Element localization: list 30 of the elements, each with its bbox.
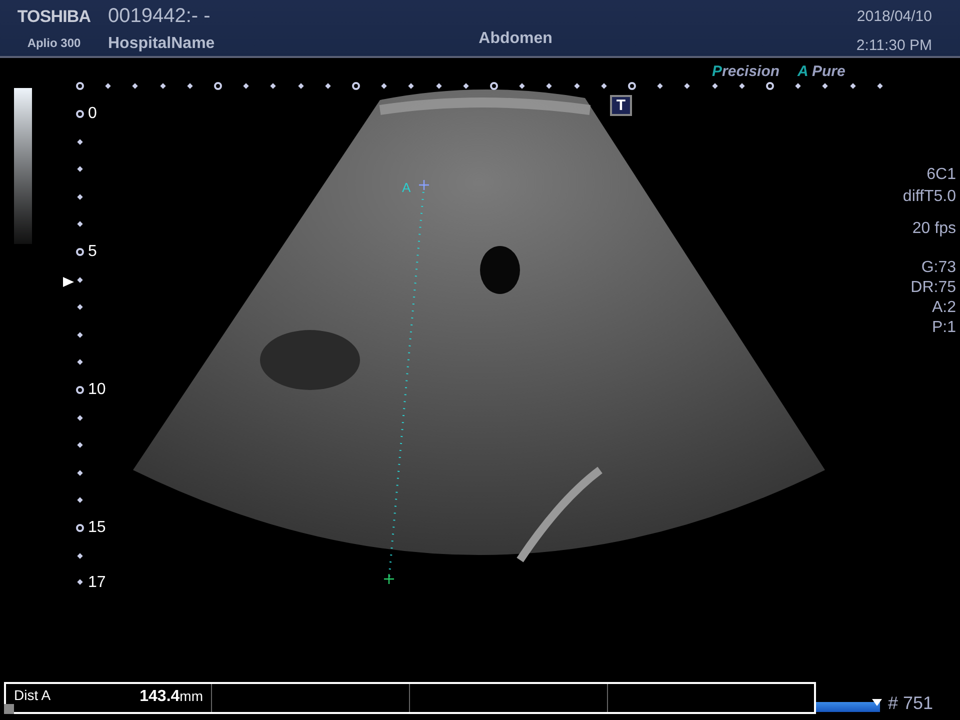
scan-parameter: diffT5.0 [902,187,956,207]
measurement-value: 143.4mm [140,687,203,707]
exam-preset: Abdomen [478,29,552,49]
scan-parameter: DR:75 [910,278,956,298]
depth-label: 0 [88,106,97,122]
depth-label: 17 [88,575,106,592]
dark-cyst-shape [480,246,520,294]
scan-parameter: 20 fps [912,219,956,239]
mode-label: A Pure [798,62,846,82]
frame-counter: # 751 [888,694,934,712]
depth-label: 15 [88,520,106,536]
t-button[interactable]: T [610,95,632,116]
exam-time: 2:11:30 PM [856,36,932,56]
model-name: Aplio 300 [27,34,81,52]
patient-id: 0019442:- - [108,4,212,28]
depth-label: 5 [88,244,97,260]
scan-parameter: P:1 [932,318,956,338]
brand-logo: TOSHIBA [17,6,91,28]
scan-parameter: 6C1 [926,165,956,185]
status-square-icon [4,704,14,714]
exam-date: 2018/04/10 [856,7,932,27]
cine-marker-icon [872,699,882,706]
scan-parameter: G:73 [921,258,956,278]
scan-parameter: A:2 [932,298,956,318]
mode-label: Precision [712,62,780,82]
depth-label: 10 [88,382,106,398]
measurement-label: Dist A [14,686,51,705]
focus-marker-icon [63,277,74,287]
caliper-label: A [402,179,411,197]
hospital-name: HospitalName [108,34,215,54]
